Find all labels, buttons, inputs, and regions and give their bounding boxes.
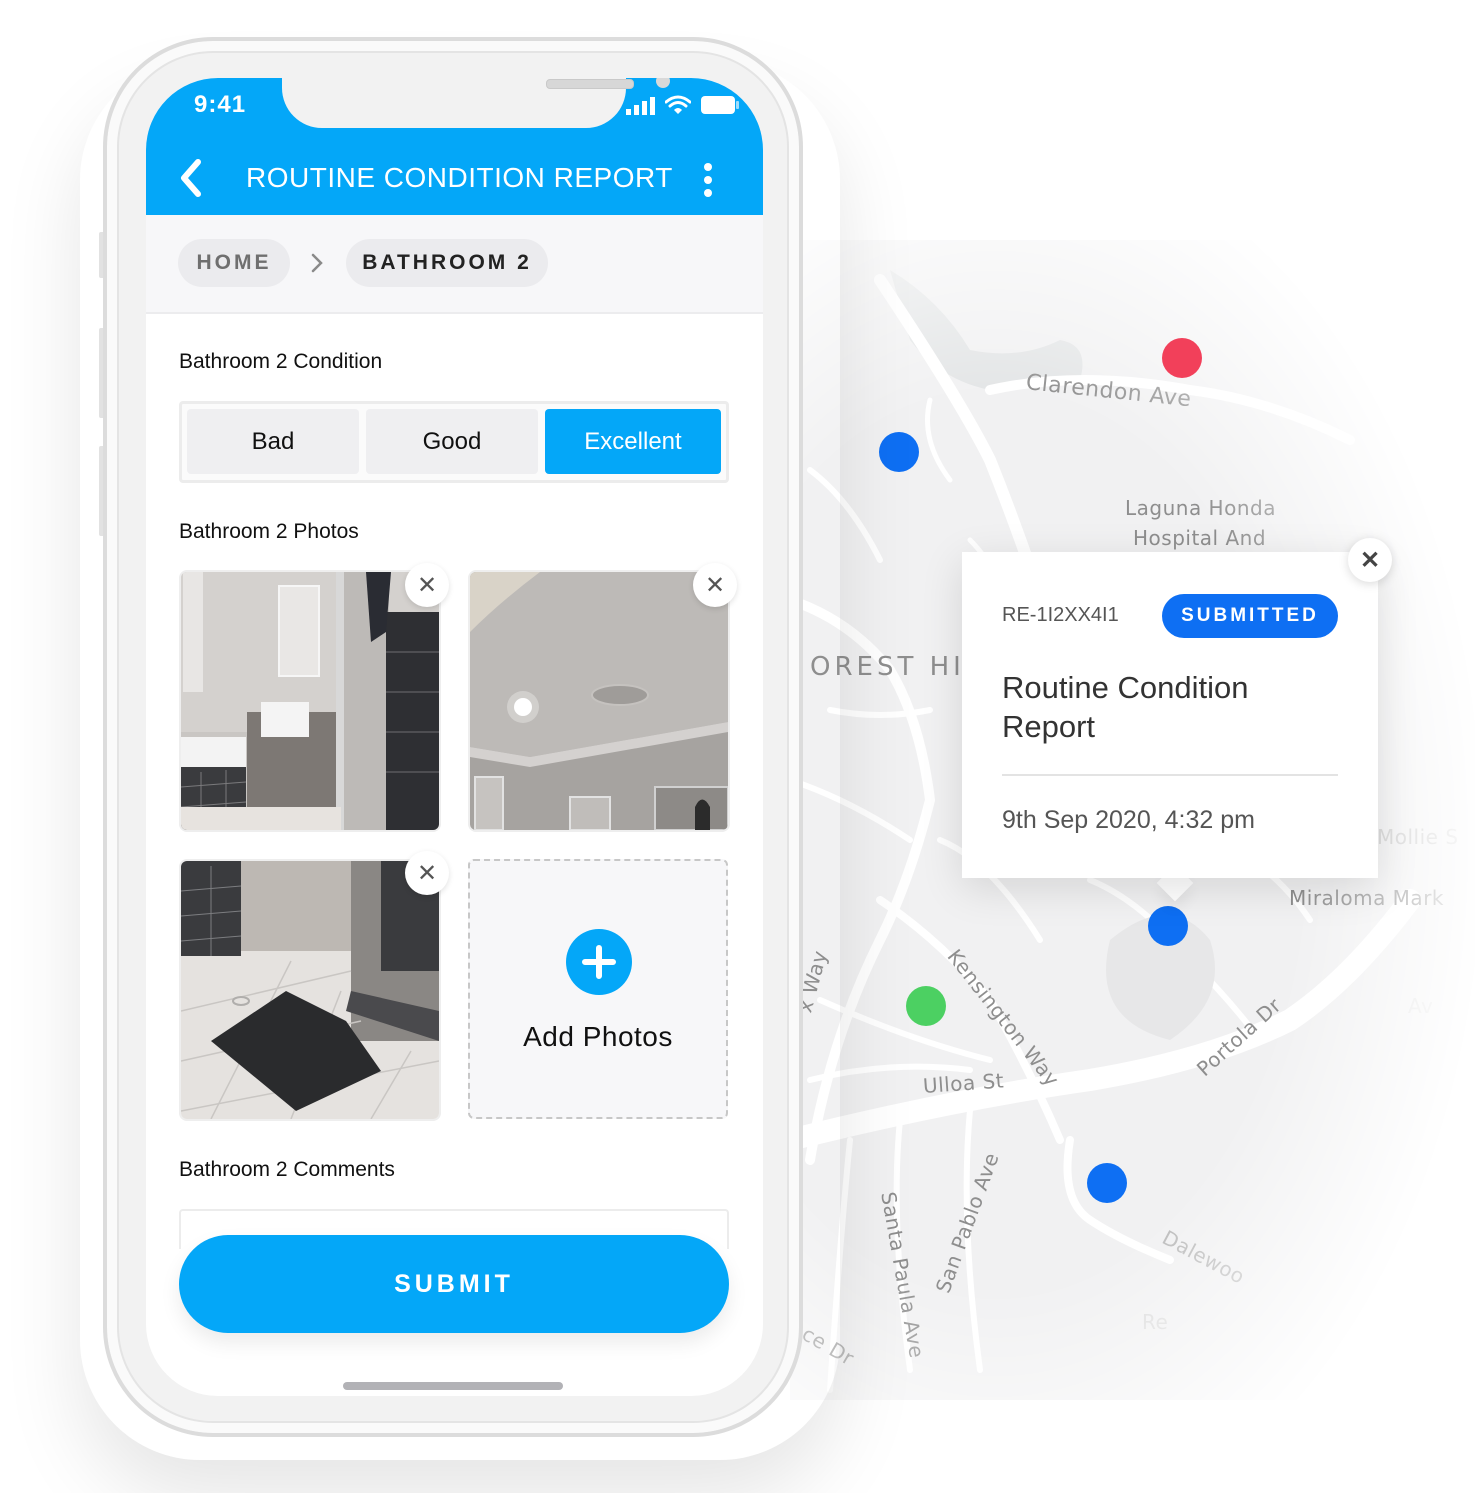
- map-label-street: Av: [1408, 994, 1434, 1018]
- home-indicator[interactable]: [343, 1382, 563, 1390]
- photos-label: Bathroom 2 Photos: [179, 520, 359, 543]
- report-popup[interactable]: RE-1I2XX4I1 SUBMITTED Routine Condition …: [962, 552, 1378, 878]
- condition-selector: Bad Good Excellent: [179, 401, 729, 483]
- close-icon: ✕: [416, 859, 438, 887]
- page-title: ROUTINE CONDITION REPORT: [246, 162, 673, 193]
- comments-label: Bathroom 2 Comments: [179, 1158, 395, 1181]
- plus-icon: [566, 929, 632, 995]
- map-pin-red[interactable]: [1162, 338, 1202, 378]
- map-label-place: Miraloma Mark: [1289, 886, 1444, 910]
- status-badge: SUBMITTED: [1162, 594, 1338, 638]
- breadcrumb: HOME BATHROOM 2: [146, 215, 763, 314]
- add-photos-label: Add Photos: [523, 1021, 673, 1052]
- condition-option-excellent[interactable]: Excellent: [545, 409, 721, 474]
- bathroom-ceiling-photo: [470, 572, 728, 830]
- status-time: 9:41: [194, 91, 247, 118]
- bathroom-floor-photo: [181, 861, 439, 1119]
- phone-screen: 9:41 ROUTINE CONDITION REPORT HOME BATHR…: [146, 78, 763, 1396]
- chevron-left-icon: [181, 159, 201, 197]
- status-icons: [626, 95, 740, 115]
- cellular-signal-icon: [626, 97, 655, 115]
- close-icon: ✕: [416, 571, 438, 599]
- bathroom-vanity-photo: [181, 572, 439, 830]
- divider: [1002, 774, 1338, 776]
- front-camera: [656, 78, 670, 88]
- battery-icon: [701, 96, 739, 114]
- report-title: Routine Condition Report: [1002, 670, 1249, 744]
- close-icon: ✕: [1359, 546, 1381, 574]
- map-pin-blue[interactable]: [1148, 906, 1188, 946]
- photo-thumbnail[interactable]: [470, 572, 728, 830]
- photo-thumbnail[interactable]: [181, 861, 439, 1119]
- remove-photo-button[interactable]: ✕: [693, 563, 737, 607]
- submit-button[interactable]: SUBMIT: [179, 1235, 729, 1333]
- map-label-place: Laguna Honda: [1125, 496, 1276, 520]
- breadcrumb-current[interactable]: BATHROOM 2: [346, 239, 548, 287]
- speaker-grille: [546, 79, 634, 89]
- popup-close-button[interactable]: ✕: [1348, 538, 1392, 582]
- remove-photo-button[interactable]: ✕: [405, 851, 449, 895]
- more-options-button[interactable]: [700, 162, 716, 198]
- condition-option-good[interactable]: Good: [366, 409, 538, 474]
- close-icon: ✕: [704, 571, 726, 599]
- condition-label: Bathroom 2 Condition: [179, 350, 383, 373]
- map-pin-blue[interactable]: [879, 432, 919, 472]
- report-id: RE-1I2XX4I1: [1002, 604, 1119, 626]
- wifi-icon: [665, 95, 691, 114]
- map-label-place: Hospital And: [1133, 526, 1267, 550]
- remove-photo-button[interactable]: ✕: [405, 563, 449, 607]
- breadcrumb-home[interactable]: HOME: [178, 239, 290, 287]
- map-label-street: Re: [1142, 1310, 1169, 1334]
- report-date: 9th Sep 2020, 4:32 pm: [1002, 806, 1255, 834]
- app-header: 9:41 ROUTINE CONDITION REPORT: [146, 78, 763, 215]
- chevron-right-icon: [311, 253, 323, 273]
- add-photos-button[interactable]: Add Photos: [468, 859, 728, 1119]
- phone-notch: [282, 78, 670, 128]
- map-pin-green[interactable]: [906, 986, 946, 1026]
- condition-option-bad[interactable]: Bad: [187, 409, 359, 474]
- photo-thumbnail[interactable]: [181, 572, 439, 830]
- back-button[interactable]: [176, 158, 210, 198]
- more-vertical-icon: [704, 163, 712, 197]
- map-pin-blue[interactable]: [1087, 1163, 1127, 1203]
- map-label-street: Mollie S: [1377, 825, 1459, 849]
